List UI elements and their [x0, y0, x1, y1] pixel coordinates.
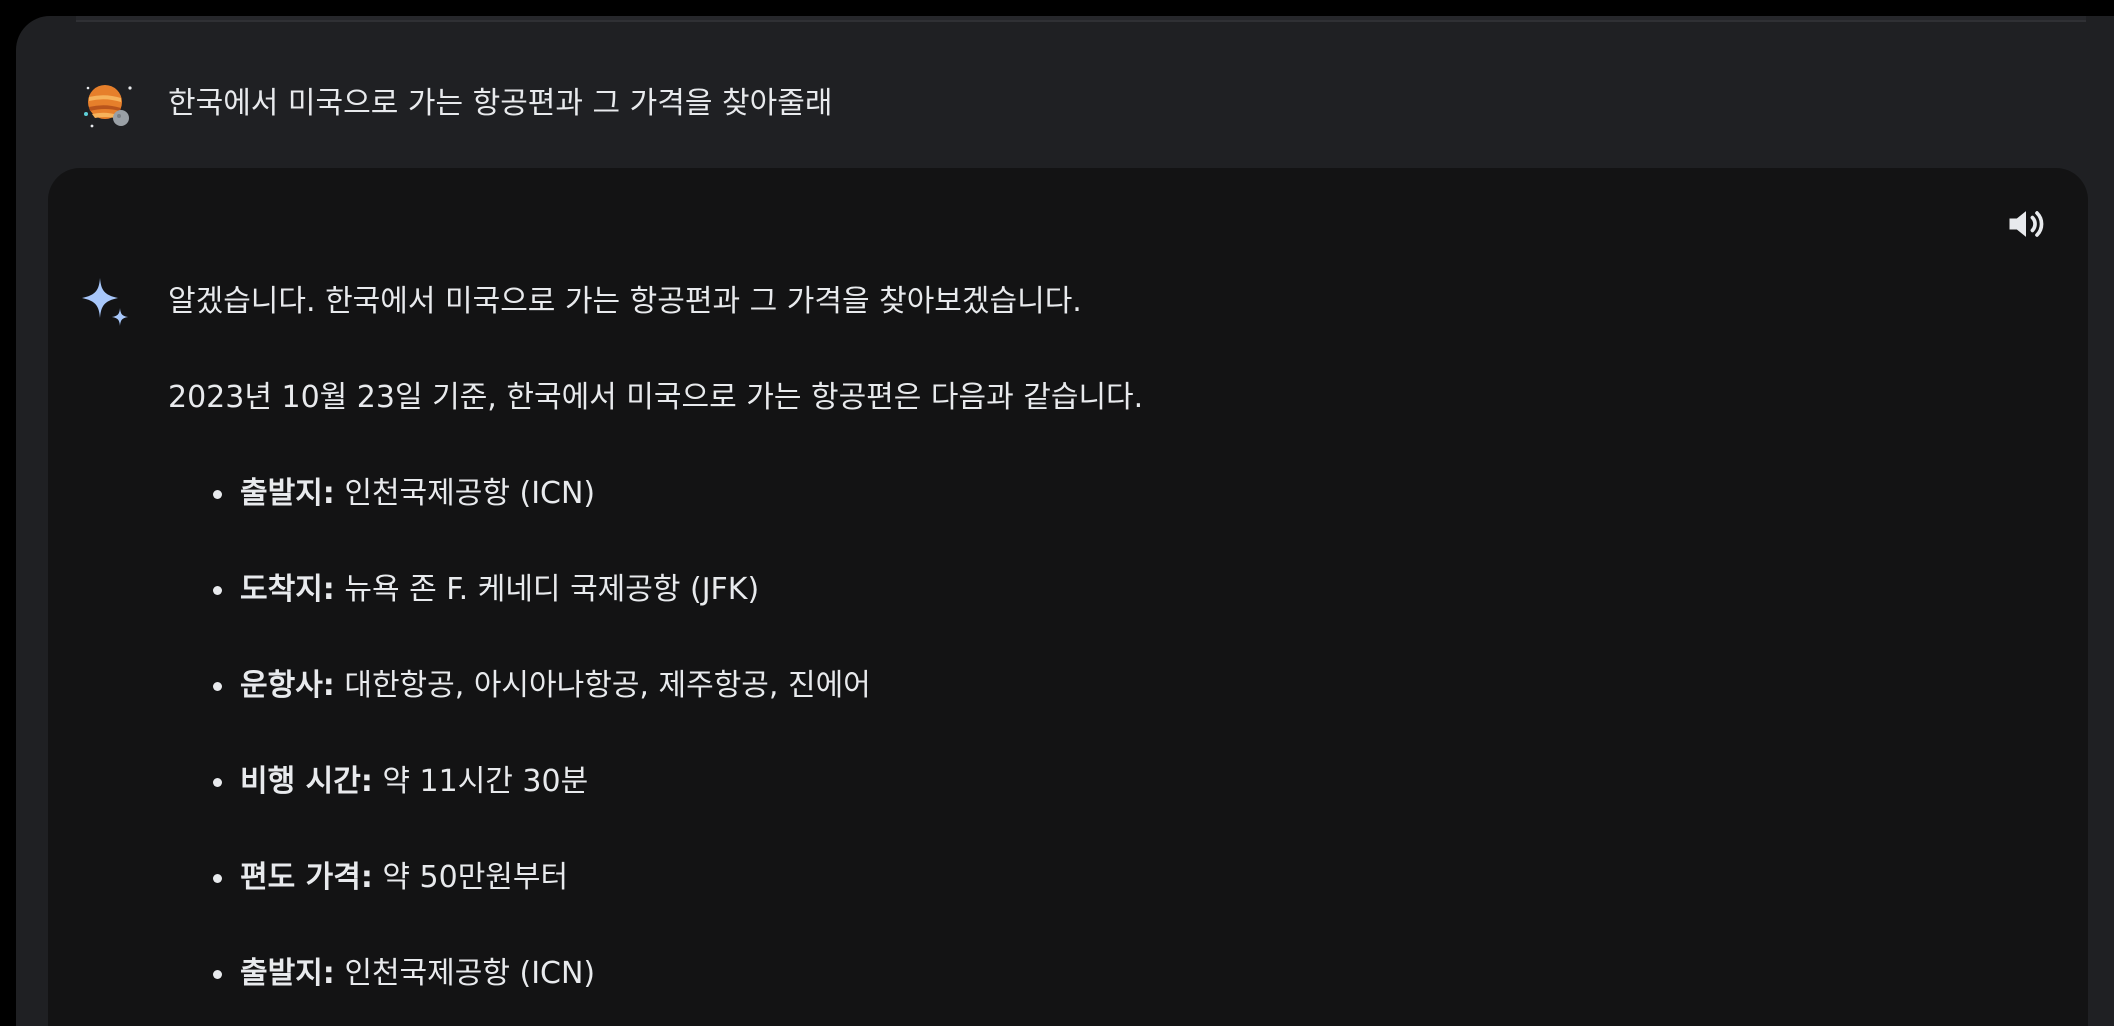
bullet-label: 출발지:	[240, 956, 335, 991]
bullet-value: 약 11시간 30분	[372, 764, 589, 799]
bullet-label: 비행 시간:	[240, 764, 373, 799]
flight-info-list: 출발지: 인천국제공항 (ICN) 도착지: 뉴욕 존 F. 케네디 국제공항 …	[168, 472, 1968, 996]
bullet-label: 편도 가격:	[240, 860, 373, 895]
bullet-dot	[213, 586, 222, 595]
bullet-dot	[213, 874, 222, 883]
bullet-dot	[213, 778, 222, 787]
bullet-dot	[213, 490, 222, 499]
chat-window: 한국에서 미국으로 가는 항공편과 그 가격을 찾아줄래 알겠습니다. 한국에서…	[16, 16, 2114, 1026]
bullet-value: 약 50만원부터	[372, 860, 569, 895]
previous-content-edge	[76, 16, 2086, 22]
user-query-text: 한국에서 미국으로 가는 항공편과 그 가격을 찾아줄래	[168, 86, 833, 121]
response-date-line: 2023년 10월 23일 기준, 한국에서 미국으로 가는 항공편은 다음과 …	[168, 380, 1144, 415]
list-item-one-way-price: 편도 가격: 약 50만원부터	[168, 856, 1968, 900]
bullet-value: 대한항공, 아시아나항공, 제주항공, 진에어	[334, 668, 871, 703]
sparkle-icon	[76, 274, 136, 334]
bullet-label: 출발지:	[240, 476, 335, 511]
bullet-value: 인천국제공항 (ICN)	[334, 476, 596, 511]
list-item-flight-time: 비행 시간: 약 11시간 30분	[168, 760, 1968, 804]
response-body: 알겠습니다. 한국에서 미국으로 가는 항공편과 그 가격을 찾아보겠습니다. …	[168, 280, 1968, 996]
volume-icon	[2004, 202, 2048, 250]
bullet-dot	[213, 682, 222, 691]
list-item-departure-repeat: 출발지: 인천국제공항 (ICN)	[168, 952, 1968, 996]
bullet-label: 도착지:	[240, 572, 335, 607]
response-card: 알겠습니다. 한국에서 미국으로 가는 항공편과 그 가격을 찾아보겠습니다. …	[48, 168, 2088, 1026]
bullet-value: 뉴욕 존 F. 케네디 국제공항 (JFK)	[334, 572, 760, 607]
list-item-arrival: 도착지: 뉴욕 존 F. 케네디 국제공항 (JFK)	[168, 568, 1968, 612]
read-aloud-button[interactable]	[1998, 198, 2054, 254]
bullet-dot	[213, 970, 222, 979]
planet-avatar-icon[interactable]	[78, 74, 138, 134]
bullet-value: 인천국제공항 (ICN)	[334, 956, 596, 991]
list-item-airlines: 운항사: 대한항공, 아시아나항공, 제주항공, 진에어	[168, 664, 1968, 708]
list-item-departure: 출발지: 인천국제공항 (ICN)	[168, 472, 1968, 516]
bullet-label: 운항사:	[240, 668, 335, 703]
response-intro: 알겠습니다. 한국에서 미국으로 가는 항공편과 그 가격을 찾아보겠습니다.	[168, 284, 1082, 319]
user-prompt-row: 한국에서 미국으로 가는 항공편과 그 가격을 찾아줄래	[16, 56, 2114, 152]
